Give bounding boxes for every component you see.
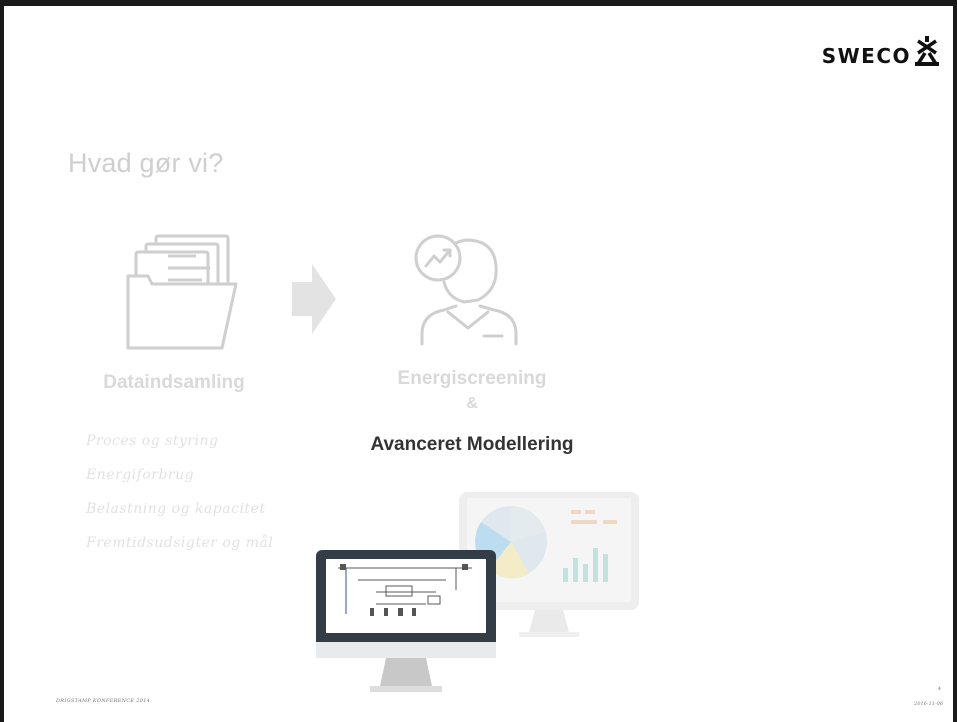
arrow-right-icon xyxy=(292,264,336,334)
slide: SWECO Hvad gør vi? Dataindsamling Energi… xyxy=(4,6,953,722)
step-energiscreening-label: Energiscreening xyxy=(397,368,547,389)
model-monitor-icon xyxy=(316,550,496,692)
folder-documents-icon xyxy=(126,234,238,350)
step-avanceret-modellering-label: Avanceret Modellering xyxy=(370,434,574,455)
list-item: Energiforbrug xyxy=(86,467,195,483)
slide-title: Hvad gør vi? xyxy=(68,148,224,178)
list-item: Belastning og kapacitet xyxy=(86,501,266,517)
footer-date: 2016-11-06 xyxy=(914,701,943,707)
list-item: Fremtidsudsigter og mål xyxy=(86,535,274,551)
step-connector: & xyxy=(466,395,478,412)
sweco-logo: SWECO xyxy=(822,36,939,66)
page-number: 4 xyxy=(937,686,941,692)
step-dataindsamling-label: Dataindsamling xyxy=(103,372,245,393)
person-analytics-icon xyxy=(414,234,518,346)
data-bullet-list: Proces og styring Energiforbrug Belastni… xyxy=(86,424,273,560)
list-item: Proces og styring xyxy=(86,433,219,449)
footer-event: DRIGSTAMP KONFERENCE 2014 xyxy=(56,698,151,704)
logo-wordmark: SWECO xyxy=(821,44,911,68)
sweco-emblem-icon xyxy=(915,36,939,66)
